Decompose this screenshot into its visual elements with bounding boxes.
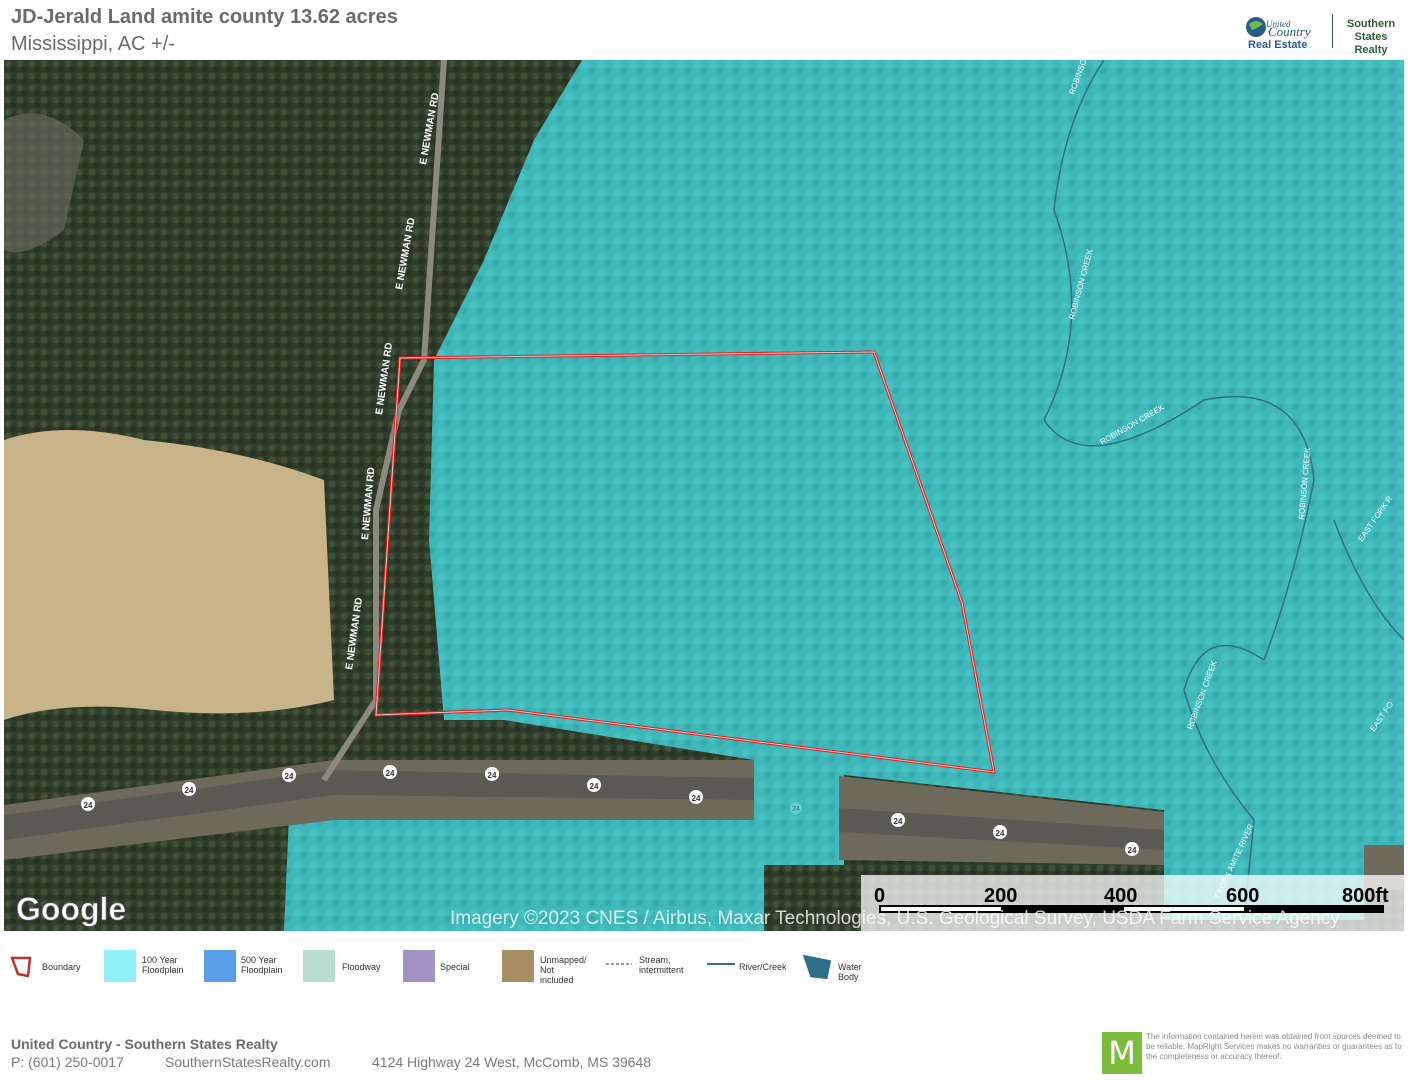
shield-label-7: 24: [692, 794, 701, 803]
logo-real-estate: Real Estate: [1248, 39, 1307, 50]
footer-address: 4124 Highway 24 West, McComb, MS 39648: [372, 1054, 652, 1070]
footer-phone: P: (601) 250-0017: [11, 1054, 124, 1070]
imagery-attribution: Imagery ©2023 CNES / Airbus, Maxar Techn…: [450, 908, 1340, 929]
map-canvas[interactable]: E NEWMAN RD E NEWMAN RD E NEWMAN RD E NE…: [4, 60, 1404, 931]
swatch-100yr: [104, 950, 136, 982]
logo-brand: Southern States Realty: [1346, 18, 1396, 56]
swatch-unmapped: [502, 950, 534, 982]
footer-website[interactable]: SouthernStatesRealty.com: [165, 1054, 331, 1070]
shield-label-2: 24: [185, 786, 194, 795]
legend-label-water: Water Body: [838, 962, 862, 982]
dashed-line-icon: [606, 963, 632, 965]
legend-label-boundary: Boundary: [42, 962, 81, 972]
legend-label-100yr: 100 Year Floodplain: [142, 955, 184, 975]
shield-label-1: 24: [84, 801, 93, 810]
satellite-map[interactable]: E NEWMAN RD E NEWMAN RD E NEWMAN RD E NE…: [4, 60, 1404, 931]
scale-label-800ft: 800ft: [1342, 885, 1389, 907]
shield-label-10: 24: [996, 829, 1005, 838]
map-title: JD-Jerald Land amite county 13.62 acres: [11, 6, 398, 28]
logo-separator: [1332, 14, 1333, 48]
google-logo: Google: [16, 891, 126, 927]
water-body-icon: [802, 954, 832, 980]
shield-label-6: 24: [590, 782, 599, 791]
shield-label-3: 24: [285, 772, 294, 781]
logo-country: Country: [1268, 24, 1311, 39]
scale-label-200: 200: [984, 885, 1017, 907]
legend-label-river: River/Creek: [739, 962, 787, 972]
boundary-icon: [10, 956, 32, 978]
clearing-area: [4, 430, 334, 720]
legend-label-unmapped: Unmapped/ Not included: [540, 955, 587, 985]
shield-label-5: 24: [488, 771, 497, 780]
united-country-logo: United Country Real Estate Southern Stat…: [1244, 12, 1404, 56]
scale-label-400: 400: [1104, 885, 1137, 907]
legend-label-special: Special: [440, 962, 470, 972]
legend-label-floodway: Floodway: [342, 962, 381, 972]
swatch-special: [403, 950, 435, 982]
legend-label-stream: Stream, intermittent: [639, 955, 684, 975]
shield-label-9: 24: [894, 817, 903, 826]
mapright-logo: M: [1102, 1032, 1142, 1074]
scale-label-600: 600: [1226, 885, 1259, 907]
swatch-500yr: [204, 950, 236, 982]
swatch-floodway: [303, 950, 335, 982]
globe-logo-icon: United Country Real Estate: [1246, 17, 1311, 50]
scale-label-0: 0: [874, 885, 885, 907]
shield-label-4: 24: [386, 769, 395, 778]
footer-disclaimer: The information contained herein was obt…: [1146, 1032, 1402, 1061]
footer-company: United Country - Southern States Realty: [11, 1036, 278, 1052]
legend-label-500yr: 500 Year Floodplain: [241, 955, 283, 975]
legend: Boundary 100 Year Floodplain 500 Year Fl…: [0, 940, 1408, 1000]
line-icon: [707, 963, 735, 965]
shield-label-11: 24: [1128, 846, 1137, 855]
map-subtitle: Mississippi, AC +/-: [11, 33, 175, 55]
shield-label-8: 24: [792, 806, 800, 813]
